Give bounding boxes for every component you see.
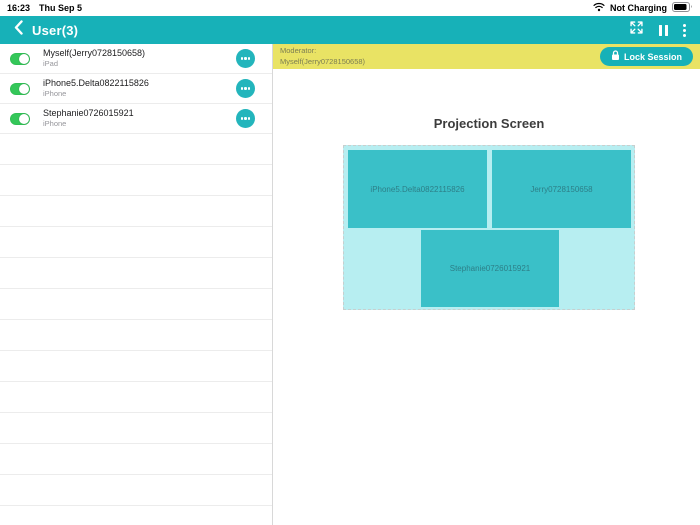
user-toggle[interactable] bbox=[10, 52, 30, 65]
empty-list-row bbox=[0, 289, 272, 320]
more-menu-button[interactable] bbox=[683, 23, 686, 37]
empty-list-row bbox=[0, 196, 272, 227]
wifi-icon bbox=[593, 2, 605, 14]
session-panel: Moderator: Myself(Jerry0728150658) Lock … bbox=[273, 44, 700, 525]
moderator-name: Myself(Jerry0728150658) bbox=[280, 56, 366, 66]
projection-tile[interactable]: Stephanie0726015921 bbox=[421, 230, 559, 307]
user-toggle[interactable] bbox=[10, 112, 30, 125]
empty-list-row bbox=[0, 444, 272, 475]
app-screen: 16:23 Thu Sep 5 Not Charging User(3) Mys… bbox=[0, 0, 700, 525]
empty-list-row bbox=[0, 475, 272, 506]
projection-tile[interactable]: Jerry0728150658 bbox=[492, 150, 631, 228]
app-header: User(3) bbox=[0, 16, 700, 44]
empty-list-row bbox=[0, 351, 272, 382]
user-device: iPad bbox=[43, 59, 59, 69]
empty-list-row bbox=[0, 227, 272, 258]
empty-list-row bbox=[0, 382, 272, 413]
empty-list-row bbox=[0, 258, 272, 289]
page-title: User(3) bbox=[32, 22, 79, 38]
expand-arrows-icon bbox=[629, 20, 644, 40]
status-time: 16:23 bbox=[7, 3, 31, 13]
user-list-sidebar: Myself(Jerry0728150658) iPad iPhone5.Del… bbox=[0, 44, 273, 525]
moderator-bar: Moderator: Myself(Jerry0728150658) Lock … bbox=[273, 44, 700, 69]
battery-status-label: Not Charging bbox=[610, 3, 667, 13]
empty-list-row bbox=[0, 134, 272, 165]
user-toggle[interactable] bbox=[10, 82, 30, 95]
empty-list-row bbox=[0, 320, 272, 351]
empty-list-row bbox=[0, 506, 272, 525]
user-more-button[interactable] bbox=[236, 109, 255, 128]
lock-session-button[interactable]: Lock Session bbox=[599, 47, 693, 66]
user-row-myself[interactable]: Myself(Jerry0728150658) iPad bbox=[0, 44, 272, 74]
status-bar: 16:23 Thu Sep 5 Not Charging bbox=[0, 0, 700, 16]
projection-tile-label: Jerry0728150658 bbox=[530, 184, 593, 194]
user-name: iPhone5.Delta0822115826 bbox=[43, 78, 149, 89]
projection-tile[interactable]: iPhone5.Delta0822115826 bbox=[348, 150, 487, 228]
battery-icon bbox=[672, 2, 693, 14]
projection-tile-label: iPhone5.Delta0822115826 bbox=[370, 184, 465, 194]
projection-screen-area: iPhone5.Delta0822115826 Jerry0728150658 … bbox=[343, 145, 635, 310]
projection-tile-label: Stephanie0726015921 bbox=[449, 264, 531, 273]
status-date: Thu Sep 5 bbox=[39, 3, 83, 13]
empty-list-row bbox=[0, 413, 272, 444]
user-name: Stephanie0726015921 bbox=[43, 108, 134, 119]
pause-icon bbox=[659, 24, 668, 36]
empty-list-row bbox=[0, 165, 272, 196]
user-more-button[interactable] bbox=[236, 49, 255, 68]
kebab-menu-icon bbox=[683, 23, 686, 37]
lock-session-label: Lock Session bbox=[623, 51, 682, 62]
projection-screen-title: Projection Screen bbox=[433, 116, 545, 131]
user-row-stephanie[interactable]: Stephanie0726015921 iPhone bbox=[0, 104, 272, 134]
user-name: Myself(Jerry0728150658) bbox=[43, 48, 146, 59]
user-device: iPhone bbox=[43, 89, 67, 99]
pause-button[interactable] bbox=[659, 24, 668, 36]
user-device: iPhone bbox=[43, 119, 67, 129]
user-row-iphone5-delta[interactable]: iPhone5.Delta0822115826 iPhone bbox=[0, 74, 272, 104]
chevron-left-icon bbox=[14, 20, 23, 40]
moderator-label: Moderator: bbox=[280, 46, 317, 56]
lock-icon bbox=[611, 50, 620, 63]
user-more-button[interactable] bbox=[236, 79, 255, 98]
back-button[interactable] bbox=[14, 20, 23, 40]
fullscreen-button[interactable] bbox=[629, 20, 644, 40]
